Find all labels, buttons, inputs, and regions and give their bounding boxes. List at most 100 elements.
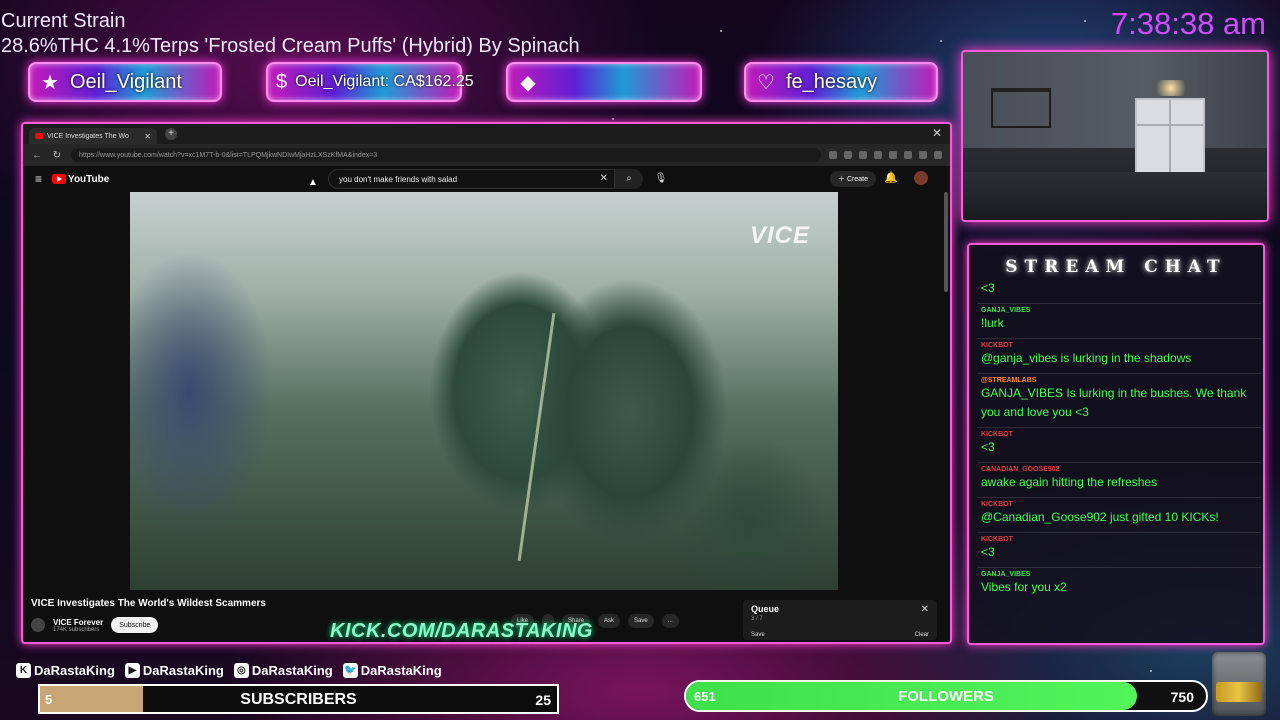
extension-icon[interactable]: [904, 151, 912, 159]
dollar-icon: $: [276, 70, 288, 93]
kick-icon: K: [16, 663, 31, 678]
chat-message: @STREAMLABS GANJA_VIBES Is lurking in th…: [977, 373, 1261, 427]
chat-text: @ganja_vibes is lurking in the shadows: [981, 351, 1192, 365]
alert-tip: $ Oeil_Vigilant: CA$162.25: [266, 62, 474, 102]
save-button[interactable]: Save: [628, 614, 654, 628]
bell-icon[interactable]: 🔔: [884, 171, 898, 184]
queue-save-button[interactable]: Save: [751, 632, 765, 638]
subscriber-label: SUBSCRIBERS: [240, 691, 357, 708]
more-button[interactable]: ...: [661, 614, 679, 628]
extension-icon[interactable]: [829, 151, 837, 159]
chat-user: KICKBOT: [981, 431, 1013, 438]
scrollbar[interactable]: [944, 192, 948, 292]
create-button[interactable]: ＋ Create: [830, 171, 876, 187]
tab-title: VICE Investigates The Wo: [47, 132, 129, 140]
menu-icon[interactable]: [934, 151, 942, 159]
heart-icon: ♡: [757, 71, 775, 94]
close-icon[interactable]: ✕: [144, 132, 151, 141]
extension-icon[interactable]: [844, 151, 852, 159]
extension-icon[interactable]: [919, 151, 927, 159]
star-decoration: [1084, 20, 1086, 22]
chat-text: !lurk: [981, 316, 1004, 330]
close-icon[interactable]: ✕: [921, 604, 929, 615]
chat-user: KICKBOT: [981, 536, 1013, 543]
social-twitter: 🐦 DaRastaKing: [342, 663, 442, 678]
ask-button[interactable]: Ask: [598, 614, 621, 628]
grinder-image: [1212, 652, 1266, 716]
avatar[interactable]: [914, 171, 928, 185]
alert-sub: ♡ fe_hesavy: [744, 62, 938, 102]
youtube-header: ≡ YouTube you don't make friends with sa…: [23, 166, 950, 192]
extension-icon[interactable]: [874, 151, 882, 159]
hamburger-menu-icon[interactable]: ≡: [35, 172, 42, 186]
extension-icon[interactable]: [889, 151, 897, 159]
social-handle: DaRastaKing: [360, 663, 442, 678]
strain-title: Current Strain: [1, 10, 126, 32]
back-icon[interactable]: ←: [31, 150, 43, 161]
chat-message: KICKBOT @Canadian_Goose902 just gifted 1…: [977, 497, 1261, 532]
chat-user: GANJA_VIBES: [981, 571, 1031, 578]
diamond-icon: ◆: [520, 71, 536, 94]
chat-text: Vibes for you x2: [981, 580, 1067, 594]
webcam-table: [991, 88, 1051, 128]
window-close-icon[interactable]: ✕: [932, 126, 942, 140]
chat-text: <3: [981, 281, 995, 295]
channel-name[interactable]: VICE Forever: [53, 618, 103, 627]
chat-message: KICKBOT <3: [977, 427, 1261, 462]
browser-tab[interactable]: VICE Investigates The Wo ✕: [29, 128, 157, 144]
new-tab-button[interactable]: +: [165, 128, 177, 140]
social-kick: K DaRastaKing: [16, 663, 115, 678]
instagram-icon: ◎: [233, 663, 249, 678]
webcam-floor: [963, 172, 1267, 220]
queue-title: Queue: [751, 604, 780, 614]
search-input[interactable]: you don't make friends with salad ✕: [328, 169, 615, 189]
alert-follower: ★ Oeil_Vigilant: [28, 62, 222, 102]
video-player[interactable]: VICE: [23, 192, 950, 592]
youtube-play-icon: [52, 174, 67, 184]
alert-text: Oeil_Vigilant: [70, 70, 182, 93]
follower-label: FOLLOWERS: [898, 688, 994, 705]
star-icon: ★: [41, 71, 59, 94]
youtube-icon: ▶: [124, 663, 140, 678]
twitter-icon: 🐦: [342, 663, 358, 678]
social-links: K DaRastaKing ▶ DaRastaKing ◎ DaRastaKin…: [16, 663, 442, 678]
star-decoration: [720, 30, 722, 32]
chat-user: KICKBOT: [981, 501, 1013, 508]
star-decoration: [1150, 670, 1152, 672]
channel-avatar[interactable]: [31, 618, 45, 632]
subscriber-goal: 25: [535, 692, 551, 708]
chat-text: awake again hitting the refreshes: [981, 475, 1158, 489]
url-field[interactable]: https://www.youtube.com/watch?v=xc1M7T-b…: [71, 148, 821, 162]
webcam-feed: [961, 50, 1269, 222]
chat-user: KICKBOT: [981, 342, 1013, 349]
video-frame[interactable]: VICE: [130, 192, 838, 590]
search-query: you don't make friends with salad: [339, 174, 458, 184]
reload-icon[interactable]: ↻: [51, 150, 63, 161]
queue-clear-button[interactable]: Clear: [915, 632, 929, 638]
create-label: Create: [846, 175, 868, 183]
social-handle: DaRastaKing: [251, 663, 333, 678]
strain-detail: 28.6%THC 4.1%Terps 'Frosted Cream Puffs'…: [1, 35, 580, 57]
star-decoration: [940, 40, 942, 42]
queue-panel: Queue 3 / 7 ✕ Save Clear: [743, 600, 937, 640]
youtube-logo[interactable]: YouTube: [52, 174, 109, 185]
queue-count: 3 / 7: [751, 616, 763, 622]
chat-message: <3: [977, 279, 1261, 303]
social-handle: DaRastaKing: [34, 663, 115, 678]
search-icon[interactable]: ⌕: [615, 169, 643, 189]
mic-icon[interactable]: 🎙: [651, 169, 671, 189]
chat-text: @Canadian_Goose902 just gifted 10 KICKs!: [981, 510, 1219, 524]
clear-search-icon[interactable]: ✕: [600, 173, 608, 184]
extension-icon[interactable]: [859, 151, 867, 159]
address-bar: ← ↻ https://www.youtube.com/watch?v=xc1M…: [23, 144, 950, 166]
social-instagram: ◎ DaRastaKing: [233, 663, 333, 678]
leaf-image: [517, 313, 556, 561]
browser-capture: VICE Investigates The Wo ✕ + ✕ ← ↻ https…: [21, 122, 952, 644]
chat-message: KICKBOT @ganja_vibes is lurking in the s…: [977, 338, 1261, 373]
social-handle: DaRastaKing: [142, 663, 224, 678]
chat-list: <3 GANJA_VIBES !lurk KICKBOT @ganja_vibe…: [977, 279, 1261, 602]
webcam-lights: [1151, 80, 1191, 96]
channel-subs: 174K subscribers: [53, 626, 100, 633]
subscribe-button[interactable]: Subscribe: [111, 617, 159, 633]
chat-message: GANJA_VIBES !lurk: [977, 303, 1261, 338]
